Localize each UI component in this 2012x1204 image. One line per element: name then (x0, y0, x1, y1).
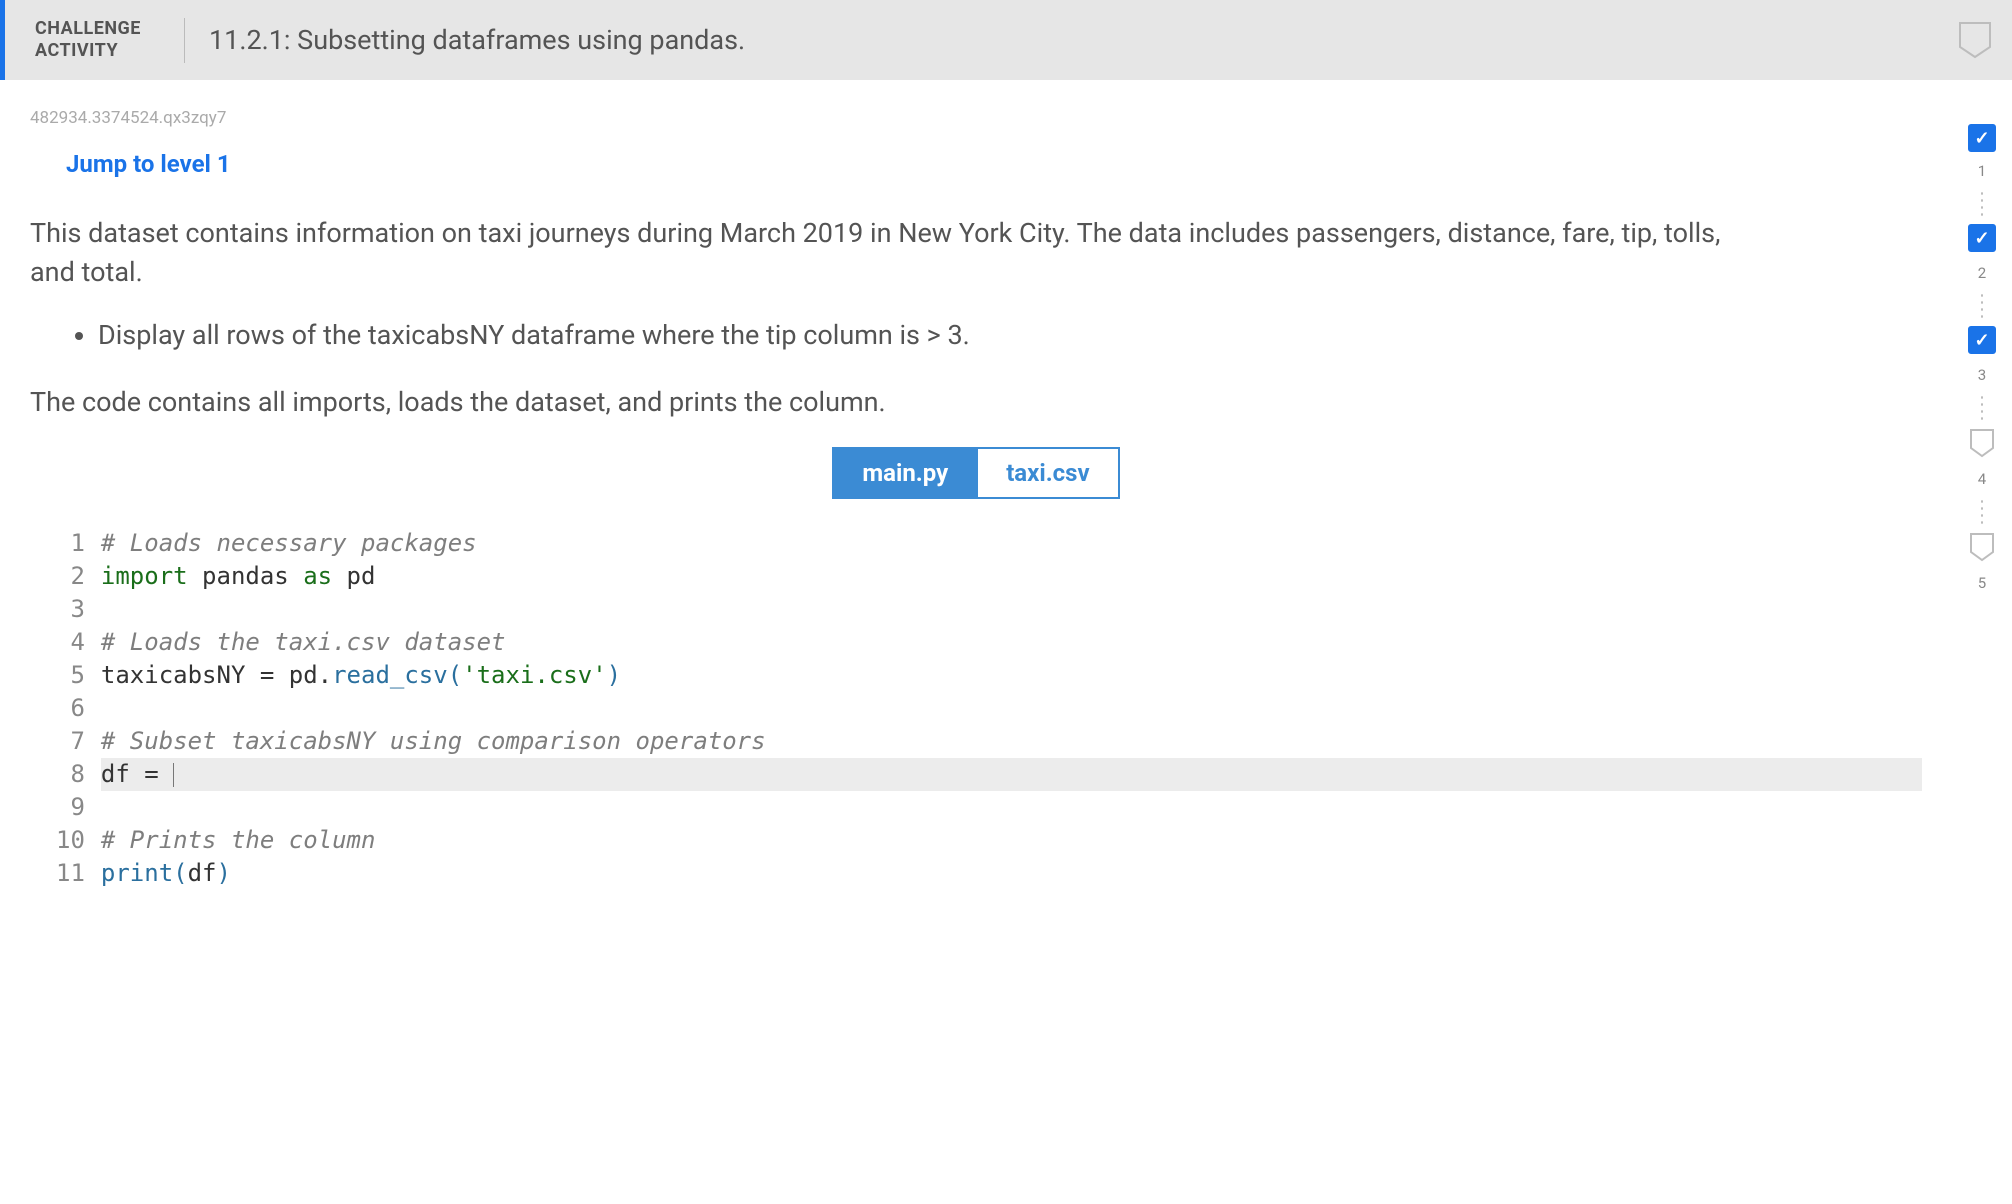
func: read_csv (332, 661, 448, 689)
code-text: df (188, 859, 217, 887)
bookmark-pocket-icon[interactable] (1958, 21, 1992, 59)
code-line: # Loads necessary packages (101, 527, 1922, 560)
progress-separator (1981, 394, 1983, 420)
label-line2: ACTIVITY (35, 40, 118, 61)
code-text: pd (332, 562, 375, 590)
code-body[interactable]: # Loads necessary packages import pandas… (101, 527, 1922, 890)
label-line1: CHALLENGE (35, 18, 141, 39)
code-line: # Prints the column (101, 824, 1922, 857)
level-num: 3 (1978, 366, 1986, 384)
text-cursor (173, 763, 174, 787)
code-text: df = (101, 760, 173, 788)
gutter-num: 9 (56, 791, 85, 824)
pocket-icon (1969, 428, 1995, 458)
check-icon: ✓ (1968, 224, 1996, 252)
code-line: # Subset taxicabsNY using comparison ope… (101, 725, 1922, 758)
gutter-num: 8 (56, 758, 85, 791)
code-line (101, 593, 1922, 626)
desc-bullet-1: Display all rows of the taxicabsNY dataf… (98, 316, 1750, 355)
instance-id: 482934.3374524.qx3zqy7 (30, 108, 1922, 128)
gutter-num: 6 (56, 692, 85, 725)
activity-title: 11.2.1: Subsetting dataframes using pand… (209, 24, 745, 56)
code-line: print(df) (101, 857, 1922, 890)
code-text: . (318, 661, 332, 689)
comment: # Prints the column (101, 826, 376, 854)
level-3[interactable]: ✓ (1968, 326, 1996, 354)
gutter-num: 7 (56, 725, 85, 758)
progress-rail: ✓ 1 1 ✓ 2 ✓ 3 4 5 (1952, 80, 2012, 592)
gutter-num: 5 (56, 659, 85, 692)
comment: # Subset taxicabsNY using comparison ope… (101, 727, 766, 755)
main-area: 482934.3374524.qx3zqy7 Jump to level 1 T… (0, 80, 2012, 950)
pocket-icon (1969, 532, 1995, 562)
level-num: 2 (1978, 264, 1986, 282)
challenge-header: CHALLENGE ACTIVITY 11.2.1: Subsetting da… (0, 0, 2012, 80)
code-line: import pandas as pd (101, 560, 1922, 593)
desc-bullets: Display all rows of the taxicabsNY dataf… (98, 316, 1750, 355)
check-icon: ✓ (1968, 124, 1996, 152)
code-text: pandas (188, 562, 304, 590)
progress-separator (1981, 498, 1983, 524)
gutter-num: 4 (56, 626, 85, 659)
paren: ) (217, 859, 231, 887)
tab-main-py[interactable]: main.py (832, 447, 976, 499)
code-line-active: df = (101, 758, 1922, 791)
code-line (101, 791, 1922, 824)
jump-to-level-link[interactable]: Jump to level 1 (66, 150, 231, 178)
gutter-num: 10 (56, 824, 85, 857)
level-2[interactable]: ✓ (1968, 224, 1996, 252)
paren: ) (607, 661, 621, 689)
desc-paragraph-2: The code contains all imports, loads the… (30, 383, 1750, 422)
gutter-num: 11 (56, 857, 85, 890)
string: 'taxi.csv' (462, 661, 607, 689)
progress-separator (1981, 292, 1983, 318)
code-line (101, 692, 1922, 725)
code-text: taxicabsNY = pd (101, 661, 318, 689)
gutter-num: 3 (56, 593, 85, 626)
level-5[interactable] (1969, 532, 1995, 562)
line-gutter: 1 2 3 4 5 6 7 8 9 10 11 (56, 527, 101, 890)
gutter-num: 1 (56, 527, 85, 560)
file-tabs: main.py taxi.csv (30, 447, 1922, 499)
tab-taxi-csv[interactable]: taxi.csv (976, 447, 1119, 499)
keyword: as (303, 562, 332, 590)
func: print (101, 859, 173, 887)
comment: # Loads necessary packages (101, 529, 477, 557)
level-num: 4 (1978, 470, 1986, 488)
level-num: 1 (1978, 162, 1986, 180)
gutter-num: 2 (56, 560, 85, 593)
paren: ( (173, 859, 187, 887)
level-1[interactable]: ✓ 1 (1968, 124, 1996, 152)
code-line: # Loads the taxi.csv dataset (101, 626, 1922, 659)
challenge-activity-label: CHALLENGE ACTIVITY (35, 18, 185, 63)
level-4[interactable] (1969, 428, 1995, 458)
paren: ( (448, 661, 462, 689)
code-line: taxicabsNY = pd.read_csv('taxi.csv') (101, 659, 1922, 692)
code-editor[interactable]: 1 2 3 4 5 6 7 8 9 10 11 # Loads necessar… (56, 527, 1922, 890)
level-num: 5 (1978, 574, 1986, 592)
check-icon: ✓ (1968, 326, 1996, 354)
progress-separator (1981, 190, 1983, 216)
keyword: import (101, 562, 188, 590)
description: This dataset contains information on tax… (30, 214, 1750, 423)
comment: # Loads the taxi.csv dataset (101, 628, 506, 656)
content-column: 482934.3374524.qx3zqy7 Jump to level 1 T… (0, 80, 1952, 950)
desc-paragraph-1: This dataset contains information on tax… (30, 214, 1750, 292)
